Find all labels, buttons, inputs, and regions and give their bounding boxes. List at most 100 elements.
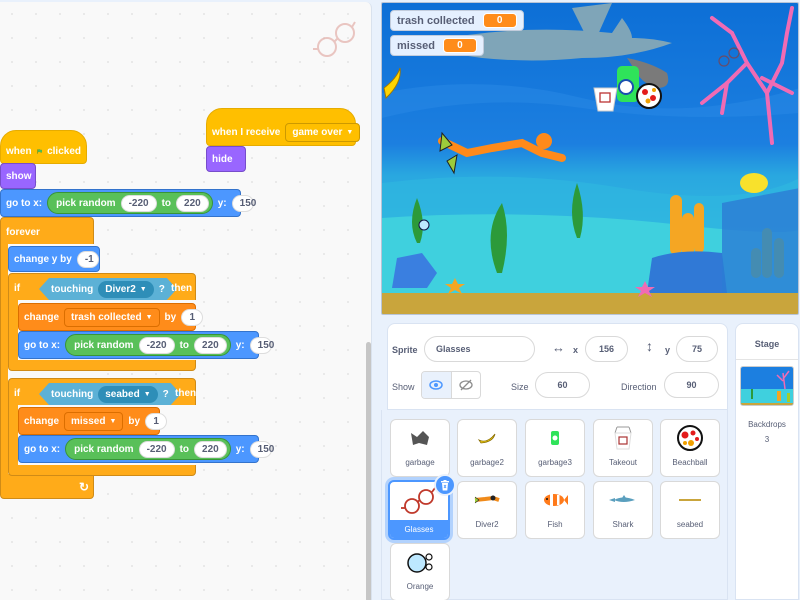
- random-to-input[interactable]: 220: [194, 336, 227, 354]
- go-to-xy-block[interactable]: go to x: pick random -220 to 220 y: 150: [18, 331, 274, 359]
- to-label: to: [161, 197, 172, 209]
- show-toggle-group: [421, 371, 481, 399]
- variable-dropdown[interactable]: trash collected ▼: [64, 307, 160, 327]
- pick-random-block[interactable]: pick random -220 to 220: [47, 192, 213, 214]
- delete-sprite-button[interactable]: [434, 474, 456, 496]
- stage-selector-panel[interactable]: Stage Backdrops 3: [735, 323, 799, 600]
- x-input[interactable]: 156: [585, 336, 628, 362]
- go-to-xy-block[interactable]: go to x: pick random -220 to 220 y: 150: [18, 435, 274, 463]
- sprite-tile-garbage2[interactable]: garbage2: [457, 419, 517, 477]
- shark-icon: [609, 495, 635, 502]
- message-value: game over: [292, 126, 343, 138]
- monitor-missed: missed 0: [390, 35, 484, 56]
- sprite-name-input[interactable]: Glasses: [424, 336, 535, 362]
- change-trash-collected-block[interactable]: change trash collected ▼ by 1: [18, 303, 204, 331]
- sprite-tile-beachball[interactable]: Beachball: [660, 419, 720, 477]
- when-i-receive-block[interactable]: when I receive game over ▼: [206, 108, 361, 146]
- sprite-info-panel: Sprite Glasses ↔ x 156 ↕ y 75 Show Size …: [387, 323, 728, 410]
- random-from-input[interactable]: -220: [138, 440, 175, 458]
- sprite-tile-seabed[interactable]: seabed: [660, 481, 720, 539]
- by-input[interactable]: 1: [181, 308, 204, 326]
- y-input[interactable]: 150: [249, 336, 274, 354]
- show-label: Show: [392, 382, 415, 392]
- random-from-input[interactable]: -220: [138, 336, 175, 354]
- go-to-xy-block[interactable]: go to x: pick random -220 to 220 y: 150: [0, 189, 256, 217]
- sprite-name: Orange: [406, 582, 434, 591]
- beachball-sprite: [636, 83, 662, 109]
- go-to-label: go to x:: [24, 339, 61, 351]
- underwater-backdrop-icon: [741, 367, 793, 405]
- x-label: x: [573, 345, 579, 355]
- by-label: by: [164, 311, 177, 323]
- chevron-down-icon: ▼: [139, 285, 147, 293]
- size-label: Size: [511, 382, 529, 392]
- touching-target-dropdown[interactable]: Diver2 ▼: [98, 281, 154, 298]
- if-label: if: [14, 283, 21, 294]
- change-y-label: change y by: [14, 253, 72, 265]
- script-area[interactable]: when I receive game over ▼ hide when cli…: [0, 2, 372, 600]
- y-input[interactable]: 75: [676, 336, 718, 362]
- sprite-name: Shark: [612, 520, 634, 529]
- y-label: y:: [235, 339, 245, 351]
- garbage-bag-icon: [411, 431, 429, 445]
- sprite-tile-fish[interactable]: Fish: [525, 481, 585, 539]
- touching-target-dropdown[interactable]: seabed ▼: [98, 386, 157, 403]
- random-to-input[interactable]: 220: [194, 440, 227, 458]
- change-missed-block[interactable]: change missed ▼ by 1: [18, 407, 168, 435]
- show-visible-button[interactable]: [422, 372, 452, 398]
- go-to-label: go to x:: [6, 197, 43, 209]
- sprite-tile-shark[interactable]: Shark: [593, 481, 653, 539]
- sprite-tile-garbage[interactable]: garbage: [390, 419, 450, 477]
- pick-random-block[interactable]: pick random -220 to 220: [65, 438, 231, 460]
- chevron-down-icon: ▼: [109, 417, 117, 425]
- by-input[interactable]: 1: [145, 412, 168, 430]
- green-flag-icon: [36, 148, 42, 154]
- script-area-scrollbar[interactable]: [366, 342, 371, 600]
- change-label: change: [24, 415, 60, 427]
- show-block[interactable]: show: [0, 163, 36, 189]
- touching-label: touching: [51, 283, 94, 295]
- y-input[interactable]: 150: [231, 194, 256, 212]
- sprite-name: seabed: [676, 520, 704, 529]
- pick-random-block[interactable]: pick random -220 to 220: [65, 334, 231, 356]
- takeout-sprite: [593, 87, 618, 112]
- size-input[interactable]: 60: [535, 372, 590, 398]
- variable-dropdown[interactable]: missed ▼: [64, 411, 124, 431]
- sprite-tile-takeout[interactable]: Takeout: [593, 419, 653, 477]
- sprite-tile-orange[interactable]: Orange: [390, 543, 450, 600]
- touching-seabed-block[interactable]: touching seabed ▼ ?: [39, 383, 181, 405]
- show-hidden-button[interactable]: [452, 372, 481, 398]
- when-i-receive-label: when I receive: [212, 126, 281, 138]
- random-from-input[interactable]: -220: [120, 194, 157, 212]
- backdrop-thumbnail[interactable]: [740, 366, 794, 406]
- touching-diver2-block[interactable]: touching Diver2 ▼ ?: [39, 278, 177, 300]
- y-label: y:: [235, 443, 245, 455]
- change-y-block[interactable]: change y by -1: [8, 246, 100, 272]
- stage-title: Stage: [736, 339, 798, 360]
- direction-label: Direction: [621, 382, 657, 392]
- scratch-editor: when I receive game over ▼ hide when cli…: [0, 0, 800, 600]
- direction-input[interactable]: 90: [664, 372, 719, 398]
- eye-icon: [429, 380, 443, 390]
- size-value: 60: [557, 380, 568, 390]
- sprite-tile-garbage3[interactable]: garbage3: [525, 419, 585, 477]
- touching-target-value: seabed: [105, 388, 140, 400]
- sprite-tile-diver2[interactable]: Diver2: [457, 481, 517, 539]
- question-label: ?: [158, 283, 165, 295]
- sprite-tile-glasses[interactable]: Glasses: [388, 474, 456, 540]
- by-label: by: [128, 415, 141, 427]
- when-flag-clicked-block[interactable]: when clicked: [0, 130, 87, 164]
- question-label: ?: [162, 388, 169, 400]
- stage[interactable]: trash collected 0 missed 0: [381, 2, 799, 315]
- hide-block[interactable]: hide: [206, 146, 246, 172]
- can-icon: [551, 431, 559, 445]
- random-to-input[interactable]: 220: [176, 194, 209, 212]
- change-y-input[interactable]: -1: [76, 250, 99, 268]
- message-dropdown[interactable]: game over ▼: [285, 122, 361, 142]
- horizontal-arrows-icon: ↔: [552, 340, 565, 355]
- chevron-down-icon: ▼: [143, 390, 151, 398]
- y-input[interactable]: 150: [249, 440, 274, 458]
- seabed-sand: [382, 293, 798, 314]
- show-label: show: [6, 170, 32, 182]
- variable-value: missed: [71, 415, 106, 427]
